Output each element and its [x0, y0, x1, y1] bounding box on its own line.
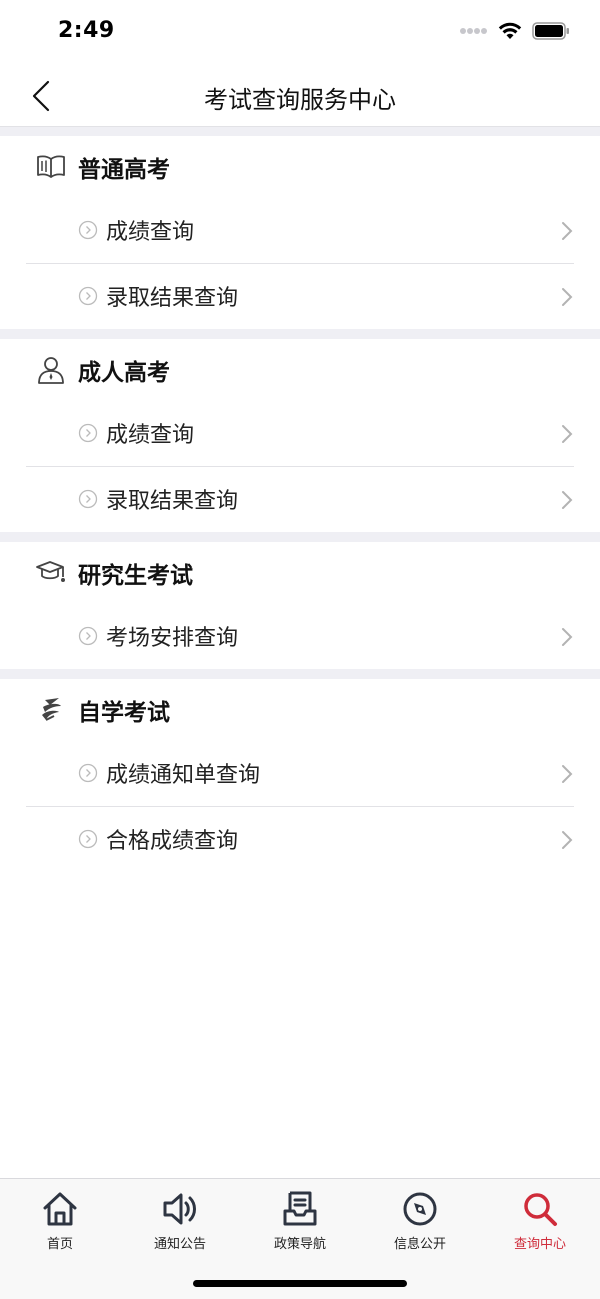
page-title: 考试查询服务中心 [204, 86, 396, 114]
tab-label: 通知公告 [153, 1237, 206, 1252]
section-gap [0, 669, 600, 679]
circle-chevron-icon [78, 829, 98, 849]
status-time: 2:49 [58, 18, 115, 43]
battery-icon [532, 22, 569, 40]
query-list: 普通高考 成绩查询 录取结果查询 成人高考 成绩查询 录取结果查询 研究生考试 … [0, 126, 600, 872]
list-item[interactable]: 成绩查询 [0, 401, 600, 466]
section-header: 自学考试 [0, 679, 600, 741]
list-item[interactable]: 成绩通知单查询 [0, 741, 600, 806]
list-item[interactable]: 录取结果查询 [0, 264, 600, 329]
circle-chevron-icon [78, 763, 98, 783]
wifi-icon [498, 22, 522, 39]
document-tray-icon [283, 1191, 317, 1226]
tab-home[interactable]: 首页 [0, 1179, 120, 1265]
list-item[interactable]: 考场安排查询 [0, 604, 600, 669]
graduation-cap-icon [34, 556, 68, 590]
list-item[interactable]: 录取结果查询 [0, 467, 600, 532]
section-header: 普通高考 [0, 136, 600, 198]
tab-label: 首页 [46, 1237, 73, 1252]
open-book-icon [34, 150, 68, 184]
home-indicator [193, 1280, 407, 1287]
circle-chevron-icon [78, 286, 98, 306]
circle-chevron-icon [78, 220, 98, 240]
chevron-right-icon [562, 628, 573, 646]
section-title: 成人高考 [78, 360, 170, 386]
list-item-label: 合格成绩查询 [106, 829, 239, 854]
section-gap [0, 329, 600, 339]
section-graduate-exam: 研究生考试 考场安排查询 [0, 542, 600, 669]
person-icon [34, 353, 68, 387]
status-icons [460, 22, 570, 40]
section-title: 普通高考 [78, 157, 170, 183]
chevron-right-icon [562, 831, 573, 849]
tab-policy[interactable]: 政策导航 [240, 1179, 360, 1265]
home-icon [43, 1192, 77, 1226]
status-bar: 2:49 [0, 0, 600, 66]
chevron-right-icon [562, 425, 573, 443]
tab-info[interactable]: 信息公开 [360, 1179, 480, 1265]
section-header: 研究生考试 [0, 542, 600, 604]
tab-label: 信息公开 [393, 1237, 446, 1252]
section-title: 自学考试 [78, 700, 170, 726]
tab-bar: 首页 通知公告 政策导航 信息公开 查询中心 [0, 1178, 600, 1299]
list-item-label: 成绩通知单查询 [106, 763, 261, 788]
chevron-right-icon [562, 288, 573, 306]
circle-chevron-icon [78, 626, 98, 646]
list-item[interactable]: 成绩查询 [0, 198, 600, 263]
section-adult-exam: 成人高考 成绩查询 录取结果查询 [0, 339, 600, 532]
speaker-icon [163, 1193, 196, 1225]
list-item-label: 录取结果查询 [106, 286, 239, 311]
list-item-label: 成绩查询 [106, 423, 195, 448]
tab-label: 政策导航 [273, 1237, 326, 1252]
chevron-right-icon [562, 491, 573, 509]
section-self-study-exam: 自学考试 成绩通知单查询 合格成绩查询 [0, 679, 600, 872]
tab-notices[interactable]: 通知公告 [120, 1179, 240, 1265]
search-icon [524, 1193, 557, 1226]
signal-dots-icon [460, 28, 487, 34]
list-item-label: 考场安排查询 [106, 626, 239, 651]
compass-icon [403, 1192, 437, 1226]
chevron-right-icon [562, 765, 573, 783]
chevron-right-icon [562, 222, 573, 240]
list-item[interactable]: 合格成绩查询 [0, 807, 600, 872]
section-gap [0, 532, 600, 542]
circle-chevron-icon [78, 423, 98, 443]
list-item-label: 成绩查询 [106, 220, 195, 245]
section-gaokao: 普通高考 成绩查询 录取结果查询 [0, 136, 600, 329]
self-study-logo-icon [34, 693, 68, 727]
circle-chevron-icon [78, 489, 98, 509]
tab-label: 查询中心 [513, 1237, 566, 1252]
section-gap [0, 126, 600, 136]
navigation-bar: 考试查询服务中心 [0, 66, 600, 126]
section-title: 研究生考试 [78, 563, 193, 589]
tab-query-center[interactable]: 查询中心 [480, 1179, 600, 1265]
list-item-label: 录取结果查询 [106, 489, 239, 514]
section-header: 成人高考 [0, 339, 600, 401]
